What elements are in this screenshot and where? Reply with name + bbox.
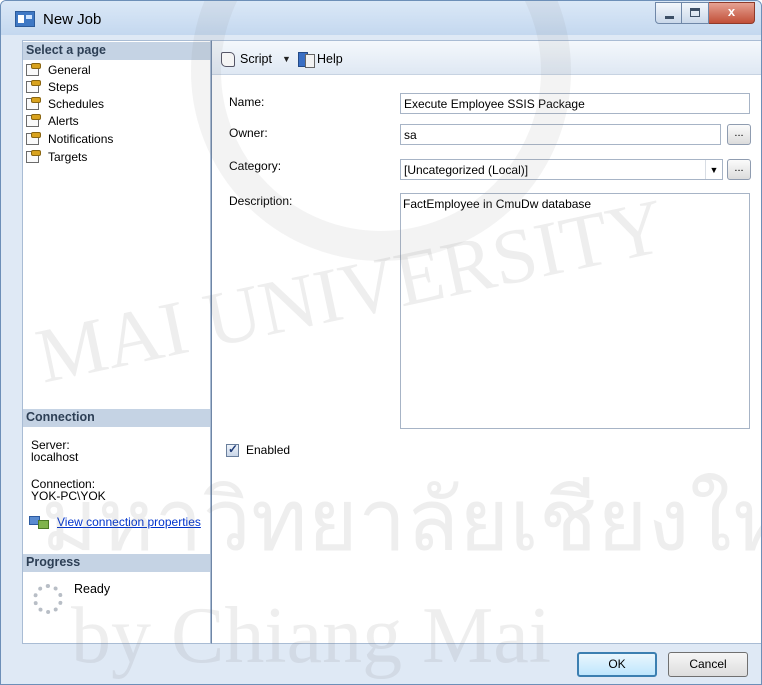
script-label: Script (240, 52, 272, 66)
category-browse-button[interactable]: ... (727, 159, 751, 180)
sidebar-item-label: Steps (48, 80, 79, 94)
select-page-header: Select a page (23, 42, 210, 60)
help-label: Help (317, 52, 343, 66)
cancel-button[interactable]: Cancel (668, 652, 748, 677)
description-label: Description: (229, 194, 293, 208)
maximize-button[interactable] (682, 2, 709, 24)
owner-field[interactable]: sa (400, 124, 721, 145)
window-controls: x (655, 2, 755, 26)
new-job-window: New Job x Select a page General Steps Sc… (0, 0, 762, 685)
connection-properties-icon (29, 514, 51, 530)
ok-button[interactable]: OK (577, 652, 657, 677)
sidebar-item-label: Alerts (48, 114, 79, 128)
page-icon (25, 132, 42, 146)
page-icon (25, 114, 42, 128)
connection-value: YOK-PC\YOK (31, 489, 106, 503)
sidebar-item-label: Schedules (48, 97, 105, 111)
script-button[interactable]: Script ▼ (219, 51, 291, 67)
description-field[interactable]: FactEmployee in CmuDw database (400, 193, 750, 429)
maximize-icon (690, 8, 700, 17)
title-bar[interactable]: New Job x (1, 1, 761, 35)
view-connection-properties-link[interactable]: View connection properties (29, 514, 201, 530)
category-value: [Uncategorized (Local)] (404, 162, 529, 177)
page-icon (25, 63, 42, 77)
chevron-down-icon: ▼ (705, 160, 722, 179)
sidebar-item-notifications[interactable]: Notifications (25, 131, 113, 147)
page-icon (25, 97, 42, 111)
minimize-icon (665, 16, 674, 19)
sidebar-item-label: General (48, 63, 91, 77)
progress-header: Progress (23, 554, 210, 572)
connection-header: Connection (23, 409, 210, 427)
category-select[interactable]: [Uncategorized (Local)] ▼ (400, 159, 723, 180)
script-icon (219, 51, 236, 67)
sidebar-item-steps[interactable]: Steps (25, 79, 79, 95)
sidebar-item-label: Targets (48, 150, 88, 164)
toolbar: Script ▼ Help (212, 41, 761, 75)
checkmark-icon: ✓ (228, 442, 239, 456)
sidebar-item-targets[interactable]: Targets (25, 149, 87, 165)
close-button[interactable]: x (709, 2, 755, 24)
general-page-panel: Script ▼ Help Name: Execute Employee SSI… (211, 40, 761, 644)
sidebar-item-general[interactable]: General (25, 62, 91, 78)
category-label: Category: (229, 159, 282, 173)
sidebar-item-alerts[interactable]: Alerts (25, 113, 79, 129)
progress-status: Ready (74, 582, 111, 596)
owner-browse-button[interactable]: ... (727, 124, 751, 145)
window-title: New Job (43, 11, 102, 28)
name-label: Name: (229, 95, 265, 109)
view-connection-properties-label: View connection properties (57, 515, 201, 529)
script-dropdown-icon[interactable]: ▼ (282, 54, 291, 64)
help-button[interactable]: Help (297, 51, 343, 68)
sidebar-item-label: Notifications (48, 132, 114, 146)
page-icon (25, 80, 42, 94)
server-value: localhost (31, 450, 79, 464)
owner-label: Owner: (229, 126, 268, 140)
help-icon (297, 51, 315, 68)
enabled-label: Enabled (246, 443, 291, 457)
progress-spinner-icon (33, 584, 63, 614)
close-icon: x (727, 4, 736, 19)
enabled-checkbox[interactable]: ✓ (226, 442, 239, 457)
sidebar-item-schedules[interactable]: Schedules (25, 96, 104, 112)
name-field[interactable]: Execute Employee SSIS Package (400, 93, 750, 114)
page-icon (25, 150, 42, 164)
left-pane: Select a page General Steps Schedules Al… (22, 40, 211, 644)
app-icon (15, 11, 35, 27)
minimize-button[interactable] (655, 2, 682, 24)
